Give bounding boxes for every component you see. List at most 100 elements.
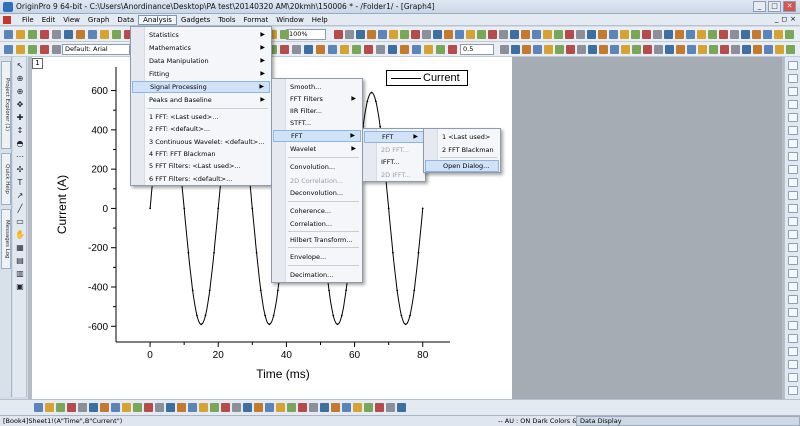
format-toolbar-icon-40[interactable] <box>577 45 586 54</box>
regional-mask-tool-icon[interactable]: ⋯ <box>15 152 25 162</box>
layout-toolbar-icon-25[interactable] <box>788 373 798 382</box>
standard-toolbar-icon-28[interactable] <box>367 30 376 39</box>
menu-item-fft-2-fft-blackman[interactable]: 2 FFT Blackman <box>425 144 499 156</box>
menu-item-signal-processing[interactable]: Signal Processing ▶ <box>132 81 270 93</box>
menu-item-convolution[interactable]: Convolution... <box>273 161 361 173</box>
graph-toolbar-icon-11[interactable] <box>144 403 153 412</box>
format-toolbar-icon-42[interactable] <box>599 45 608 54</box>
standard-toolbar-icon-32[interactable] <box>411 30 420 39</box>
layout-toolbar-icon-3[interactable] <box>788 87 798 96</box>
menu-item-fft-open-dialog[interactable]: Open Dialog... <box>425 160 499 172</box>
format-toolbar-icon-37[interactable] <box>544 45 553 54</box>
format-toolbar-icon-21[interactable] <box>316 45 325 54</box>
scale-tool-icon[interactable]: ✥ <box>15 100 25 110</box>
menu-item-recent-3[interactable]: 3 Continuous Wavelet: <default>... <box>132 136 270 148</box>
standard-toolbar-icon-25[interactable] <box>334 30 343 39</box>
menu-analysis[interactable]: Analysis <box>138 15 177 25</box>
layout-toolbar-icon-22[interactable] <box>788 334 798 343</box>
menu-item-statistics[interactable]: Statistics ▶ <box>132 29 270 41</box>
format-toolbar-icon-55[interactable] <box>742 45 751 54</box>
graph-window-icon[interactable] <box>3 16 11 24</box>
data-display-panel[interactable]: Data Display <box>576 416 800 426</box>
layout-toolbar-icon-15[interactable] <box>788 243 798 252</box>
menu-item-envelope[interactable]: Envelope... <box>273 251 361 263</box>
text-tool-icon[interactable]: T <box>15 178 25 188</box>
format-toolbar-icon-23[interactable] <box>340 45 349 54</box>
standard-toolbar-icon-26[interactable] <box>345 30 354 39</box>
graph-toolbar-icon-12[interactable] <box>155 403 164 412</box>
standard-toolbar-icon-27[interactable] <box>356 30 365 39</box>
pan-tool-icon[interactable]: ✋ <box>15 230 25 240</box>
format-toolbar-icon-30[interactable] <box>424 45 433 54</box>
standard-toolbar-icon-29[interactable] <box>378 30 387 39</box>
standard-toolbar-icon-8[interactable] <box>88 30 97 39</box>
graph-toolbar-icon-7[interactable] <box>100 403 109 412</box>
layer-tool-icon[interactable]: ▣ <box>15 282 25 292</box>
menu-graph[interactable]: Graph <box>84 15 113 25</box>
tab-project-explorer[interactable]: Project Explorer (1) <box>1 61 11 149</box>
standard-toolbar-icon-35[interactable] <box>444 30 453 39</box>
standard-toolbar-icon-47[interactable] <box>576 30 585 39</box>
format-toolbar-icon-59[interactable] <box>786 45 795 54</box>
layout-toolbar-icon-18[interactable] <box>788 282 798 291</box>
insert-notes-tool-icon[interactable]: ▥ <box>15 269 25 279</box>
format-toolbar-icon-48[interactable] <box>665 45 674 54</box>
line-width-select[interactable]: 0.5 <box>460 44 494 55</box>
layout-toolbar-icon-20[interactable] <box>788 308 798 317</box>
layout-toolbar-icon-17[interactable] <box>788 269 798 278</box>
format-toolbar-icon-3[interactable] <box>28 45 37 54</box>
graph-toolbar-icon-18[interactable] <box>221 403 230 412</box>
menu-item-hilbert-transform[interactable]: Hilbert Transform... <box>273 234 361 246</box>
standard-toolbar-icon-36[interactable] <box>455 30 464 39</box>
standard-toolbar-icon-30[interactable] <box>389 30 398 39</box>
menu-item-wavelet[interactable]: Wavelet ▶ <box>273 143 361 155</box>
graph-toolbar-icon-2[interactable] <box>45 403 54 412</box>
layout-toolbar-icon-1[interactable] <box>788 61 798 70</box>
format-toolbar-icon-53[interactable] <box>720 45 729 54</box>
graph-toolbar-icon-34[interactable] <box>397 403 406 412</box>
standard-toolbar-icon-34[interactable] <box>433 30 442 39</box>
close-button[interactable]: ✕ <box>783 1 796 12</box>
standard-toolbar-icon-10[interactable] <box>112 30 121 39</box>
layout-toolbar-icon-2[interactable] <box>788 74 798 83</box>
data-selector-tool-icon[interactable]: ◓ <box>15 139 25 149</box>
format-toolbar-icon-45[interactable] <box>632 45 641 54</box>
menu-file[interactable]: File <box>18 15 38 25</box>
format-toolbar-icon-28[interactable] <box>400 45 409 54</box>
layout-toolbar-icon-11[interactable] <box>788 191 798 200</box>
graph-toolbar-icon-14[interactable] <box>177 403 186 412</box>
standard-toolbar-icon-38[interactable] <box>477 30 486 39</box>
standard-toolbar-icon-55[interactable] <box>664 30 673 39</box>
menu-window[interactable]: Window <box>272 15 308 25</box>
standard-toolbar-icon-51[interactable] <box>620 30 629 39</box>
draw-data-tool-icon[interactable]: ✣ <box>15 165 25 175</box>
line-tool-icon[interactable]: ╱ <box>15 204 25 214</box>
minimize-button[interactable]: _ <box>753 1 766 12</box>
menu-item-recent-5[interactable]: 5 FFT Filters: <Last used>... <box>132 160 270 172</box>
format-toolbar-icon-1[interactable] <box>4 45 13 54</box>
graph-toolbar-icon-6[interactable] <box>89 403 98 412</box>
standard-toolbar-icon-3[interactable] <box>28 30 37 39</box>
format-toolbar-icon-44[interactable] <box>621 45 630 54</box>
standard-toolbar-icon-53[interactable] <box>642 30 651 39</box>
standard-toolbar-icon-49[interactable] <box>598 30 607 39</box>
zoom-out-tool-icon[interactable]: ⊕ <box>15 87 25 97</box>
menu-item-correlation[interactable]: Correlation... <box>273 218 361 230</box>
menu-item-coherence[interactable]: Coherence... <box>273 205 361 217</box>
standard-toolbar-icon-7[interactable] <box>76 30 85 39</box>
standard-toolbar-icon-4[interactable] <box>40 30 49 39</box>
format-toolbar-icon-39[interactable] <box>566 45 575 54</box>
graph-toolbar-icon-8[interactable] <box>111 403 120 412</box>
menu-format[interactable]: Format <box>240 15 273 25</box>
format-toolbar-icon-18[interactable] <box>280 45 289 54</box>
graph-toolbar-icon-4[interactable] <box>67 403 76 412</box>
format-toolbar-icon-4[interactable] <box>40 45 49 54</box>
menu-item-data-manipulation[interactable]: Data Manipulation ▶ <box>132 55 270 67</box>
layout-toolbar-icon-14[interactable] <box>788 230 798 239</box>
menu-item-recent-2[interactable]: 2 FFT: <default>... <box>132 123 270 135</box>
menu-item-deconvolution[interactable]: Deconvolution... <box>273 187 361 199</box>
layout-toolbar-icon-21[interactable] <box>788 321 798 330</box>
standard-toolbar-icon-57[interactable] <box>686 30 695 39</box>
format-toolbar-icon-46[interactable] <box>643 45 652 54</box>
format-toolbar-icon-49[interactable] <box>676 45 685 54</box>
